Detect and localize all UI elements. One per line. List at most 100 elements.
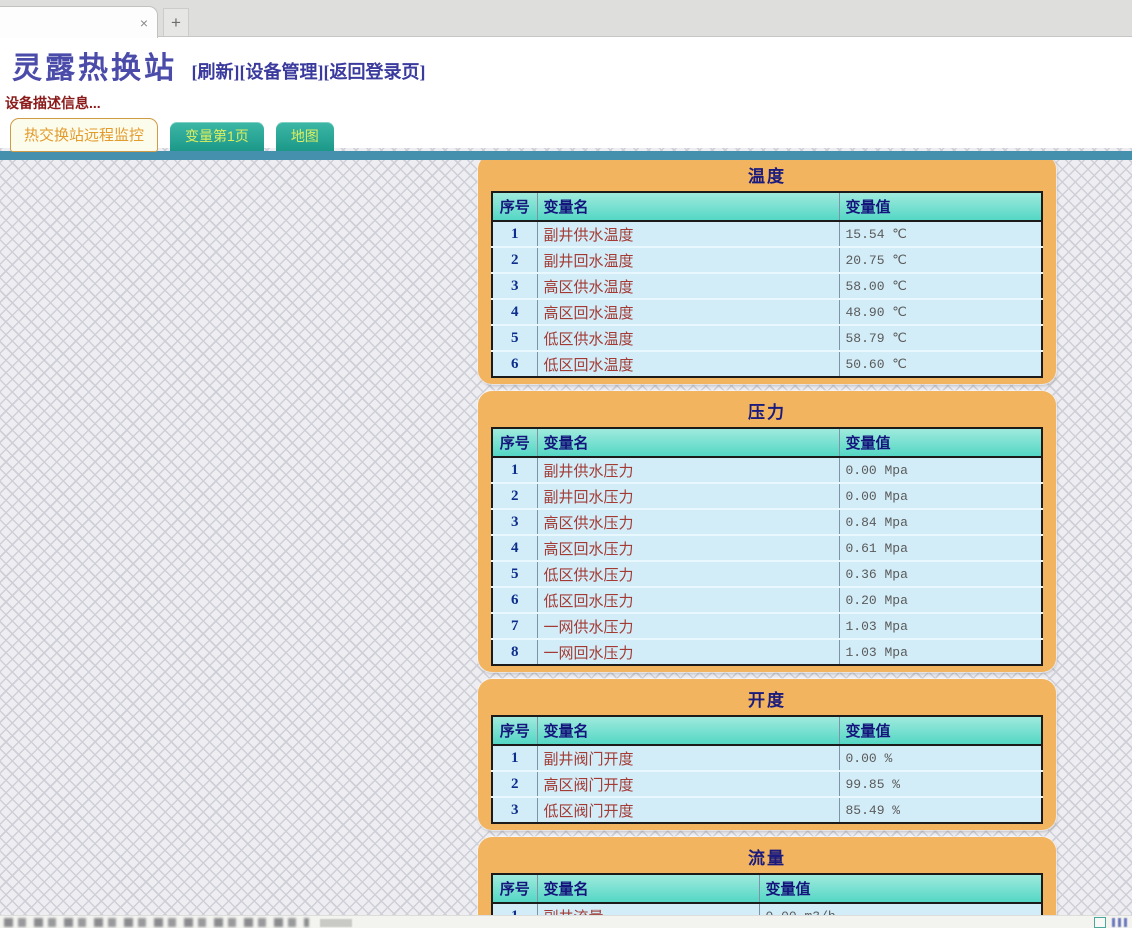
table-row: 1副井阀门开度0.00 % <box>492 745 1042 771</box>
clipped-edge-text <box>1112 918 1130 927</box>
content-area: 温度 序号 变量名 变量值 1副井供水温度15.54 ℃2副井回水温度20.75… <box>0 148 1132 928</box>
row-index: 1 <box>492 221 537 247</box>
table-row: 5低区供水温度58.79 ℃ <box>492 325 1042 351</box>
panel-title: 压力 <box>491 393 1043 427</box>
row-index: 6 <box>492 351 537 377</box>
row-index: 3 <box>492 509 537 535</box>
variable-value: 0.61 Mpa <box>839 535 1042 561</box>
row-index: 5 <box>492 325 537 351</box>
variable-value: 48.90 ℃ <box>839 299 1042 325</box>
variable-value: 50.60 ℃ <box>839 351 1042 377</box>
variable-name: 副井阀门开度 <box>537 745 839 771</box>
refresh-link[interactable]: [刷新] <box>191 62 239 82</box>
variable-value: 58.79 ℃ <box>839 325 1042 351</box>
table-header-row: 序号 变量名 变量值 <box>492 192 1042 221</box>
table-header-row: 序号 变量名 变量值 <box>492 428 1042 457</box>
col-header-value: 变量值 <box>759 874 1042 903</box>
row-index: 3 <box>492 273 537 299</box>
row-index: 6 <box>492 587 537 613</box>
variable-value: 99.85 % <box>839 771 1042 797</box>
row-index: 7 <box>492 613 537 639</box>
variable-name: 低区回水压力 <box>537 587 839 613</box>
blurred-status-block <box>320 919 352 927</box>
variable-value: 85.49 % <box>839 797 1042 823</box>
new-tab-button[interactable]: + <box>163 8 189 36</box>
table-row: 7一网供水压力1.03 Mpa <box>492 613 1042 639</box>
row-index: 3 <box>492 797 537 823</box>
tab-remote-monitoring[interactable]: 热交换站远程监控 <box>10 118 158 152</box>
page-tabs: 热交换站远程监控 变量第1页 地图 <box>0 117 1132 151</box>
col-header-name: 变量名 <box>537 716 839 745</box>
variable-value: 0.84 Mpa <box>839 509 1042 535</box>
variable-value: 58.00 ℃ <box>839 273 1042 299</box>
teal-divider-bar <box>0 151 1132 160</box>
col-header-name: 变量名 <box>537 874 759 903</box>
table-row: 4高区回水温度48.90 ℃ <box>492 299 1042 325</box>
col-header-index: 序号 <box>492 716 537 745</box>
table-row: 6低区回水温度50.60 ℃ <box>492 351 1042 377</box>
col-header-value: 变量值 <box>839 192 1042 221</box>
tab-variables-page1[interactable]: 变量第1页 <box>170 122 264 151</box>
data-panel: 压力 序号 变量名 变量值 1副井供水压力0.00 Mpa2副井回水压力0.00… <box>478 391 1056 672</box>
variable-value: 15.54 ℃ <box>839 221 1042 247</box>
variable-name: 一网回水压力 <box>537 639 839 665</box>
variable-name: 副井回水温度 <box>537 247 839 273</box>
table-row: 6低区回水压力0.20 Mpa <box>492 587 1042 613</box>
table-row: 5低区供水压力0.36 Mpa <box>492 561 1042 587</box>
row-index: 2 <box>492 771 537 797</box>
status-checkbox[interactable] <box>1094 917 1106 928</box>
panel-title: 温度 <box>491 157 1043 191</box>
table-row: 1副井供水温度15.54 ℃ <box>492 221 1042 247</box>
blurred-status-text <box>4 918 309 927</box>
variable-name: 高区供水压力 <box>537 509 839 535</box>
variable-value: 1.03 Mpa <box>839 613 1042 639</box>
variable-name: 副井回水压力 <box>537 483 839 509</box>
data-panel: 开度 序号 变量名 变量值 1副井阀门开度0.00 %2高区阀门开度99.85 … <box>478 679 1056 830</box>
variable-name: 副井供水温度 <box>537 221 839 247</box>
table-header-row: 序号 变量名 变量值 <box>492 716 1042 745</box>
row-index: 2 <box>492 483 537 509</box>
row-index: 5 <box>492 561 537 587</box>
variable-value: 0.00 Mpa <box>839 483 1042 509</box>
page-title: 灵露热换站 <box>12 52 177 85</box>
variable-name: 低区回水温度 <box>537 351 839 377</box>
table-row: 3高区供水温度58.00 ℃ <box>492 273 1042 299</box>
variable-value: 20.75 ℃ <box>839 247 1042 273</box>
tab-close-icon[interactable]: × <box>140 16 148 30</box>
back-to-login-link[interactable]: [返回登录页] <box>323 62 425 82</box>
table-row: 1副井供水压力0.00 Mpa <box>492 457 1042 483</box>
col-header-index: 序号 <box>492 874 537 903</box>
variable-value: 0.00 % <box>839 745 1042 771</box>
variable-name: 低区供水压力 <box>537 561 839 587</box>
browser-tab[interactable]: × <box>0 6 158 38</box>
col-header-index: 序号 <box>492 192 537 221</box>
row-index: 4 <box>492 299 537 325</box>
variable-value: 0.20 Mpa <box>839 587 1042 613</box>
panel-title: 流量 <box>491 839 1043 873</box>
panels-column: 温度 序号 变量名 变量值 1副井供水温度15.54 ℃2副井回水温度20.75… <box>478 155 1056 928</box>
table-row: 2副井回水压力0.00 Mpa <box>492 483 1042 509</box>
variable-name: 低区阀门开度 <box>537 797 839 823</box>
tab-map[interactable]: 地图 <box>276 122 334 151</box>
browser-tab-strip: × + <box>0 0 1132 37</box>
device-management-link[interactable]: [设备管理] <box>239 62 323 82</box>
table-row: 8一网回水压力1.03 Mpa <box>492 639 1042 665</box>
variable-name: 高区回水温度 <box>537 299 839 325</box>
row-index: 8 <box>492 639 537 665</box>
variables-table: 序号 变量名 变量值 1副井供水温度15.54 ℃2副井回水温度20.75 ℃3… <box>491 191 1043 378</box>
table-header-row: 序号 变量名 变量值 <box>492 874 1042 903</box>
panel-title: 开度 <box>491 681 1043 715</box>
row-index: 1 <box>492 457 537 483</box>
device-description: 设备描述信息... <box>0 87 1132 113</box>
variable-name: 高区供水温度 <box>537 273 839 299</box>
table-row: 2副井回水温度20.75 ℃ <box>492 247 1042 273</box>
col-header-index: 序号 <box>492 428 537 457</box>
variables-table: 序号 变量名 变量值 1副井供水压力0.00 Mpa2副井回水压力0.00 Mp… <box>491 427 1043 666</box>
row-index: 2 <box>492 247 537 273</box>
variable-name: 低区供水温度 <box>537 325 839 351</box>
table-row: 3低区阀门开度85.49 % <box>492 797 1042 823</box>
table-row: 2高区阀门开度99.85 % <box>492 771 1042 797</box>
title-row: 灵露热换站 [刷新][设备管理][返回登录页] <box>0 41 1132 87</box>
variable-name: 一网供水压力 <box>537 613 839 639</box>
col-header-name: 变量名 <box>537 192 839 221</box>
